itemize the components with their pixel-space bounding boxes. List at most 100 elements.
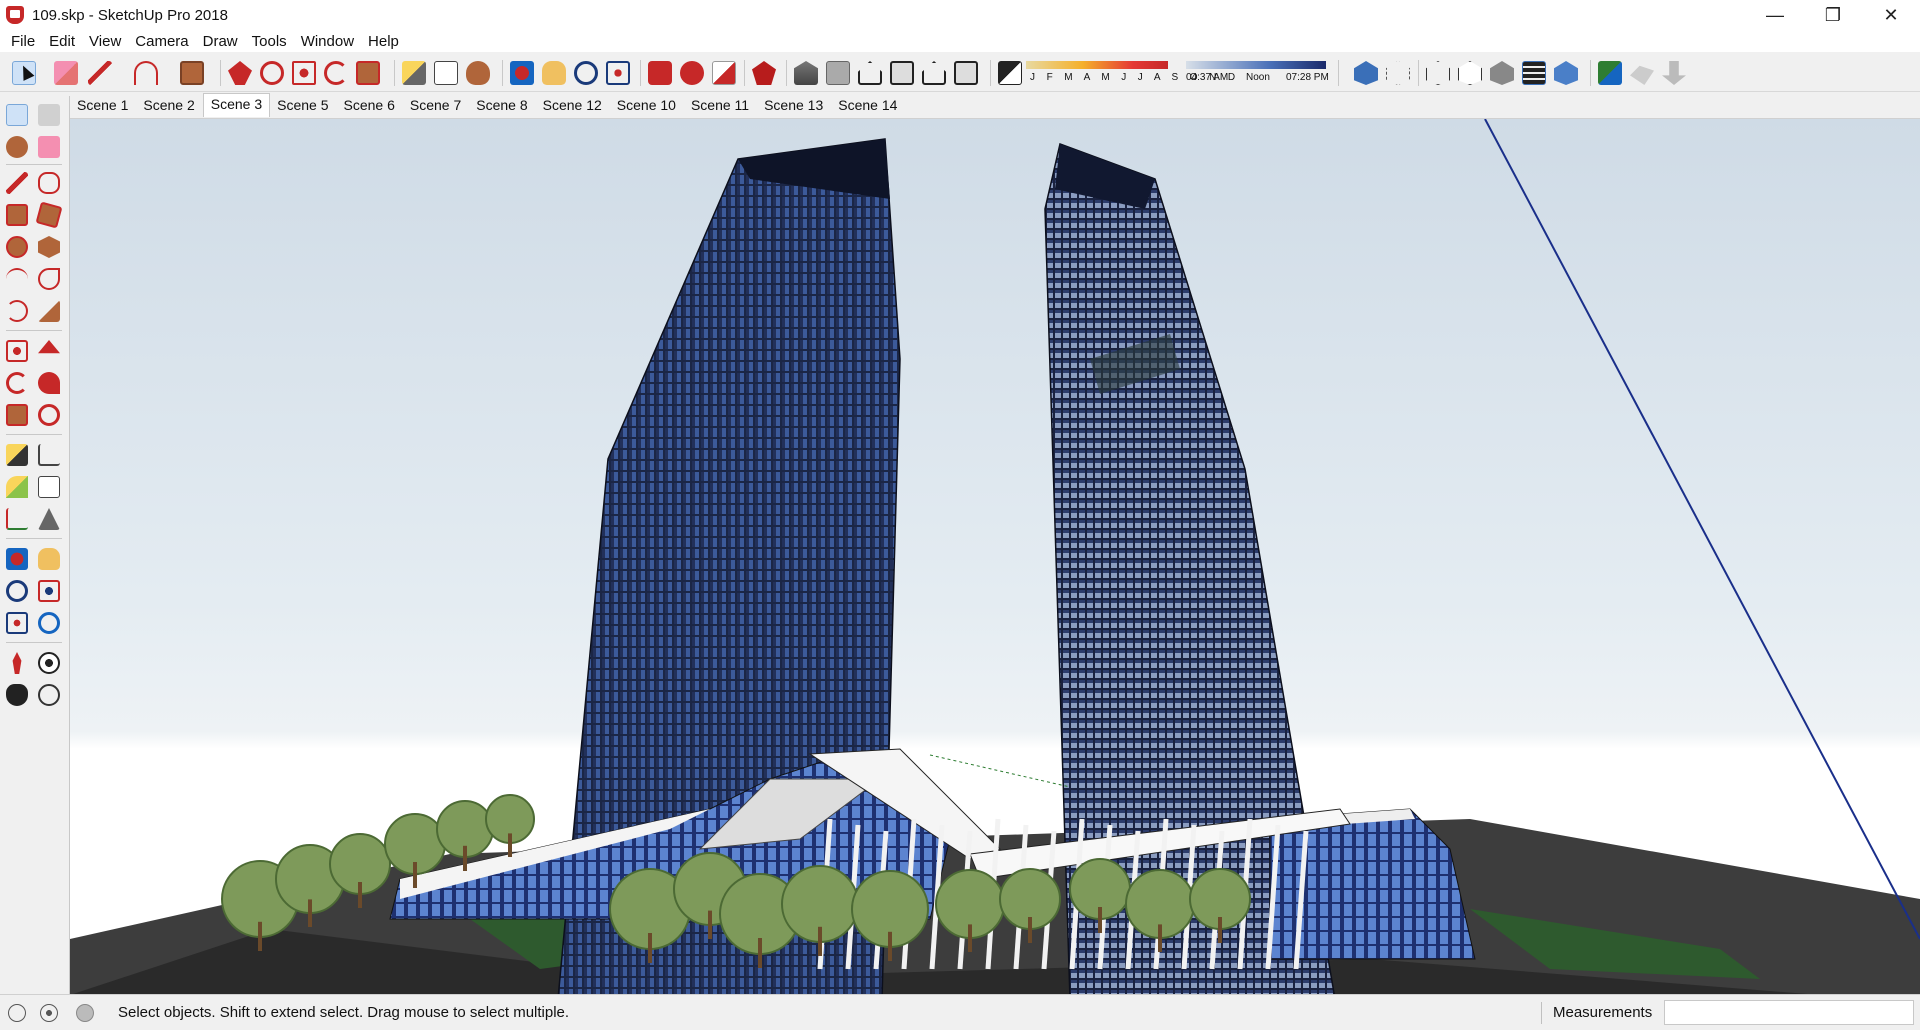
push-pull-tool-icon[interactable] xyxy=(38,340,60,354)
select-tool-icon[interactable] xyxy=(6,104,28,126)
eraser-icon[interactable] xyxy=(54,61,78,85)
restore-button[interactable]: ❐ xyxy=(1804,0,1862,30)
credits-info-icon[interactable] xyxy=(40,1004,58,1022)
orbit-icon[interactable] xyxy=(510,61,534,85)
three-point-arc-icon[interactable] xyxy=(6,300,28,322)
menu-edit[interactable]: Edit xyxy=(42,33,82,50)
wireframe-icon[interactable] xyxy=(1426,61,1450,85)
geo-location-icon[interactable] xyxy=(1598,61,1622,85)
minimize-button[interactable]: — xyxy=(1746,0,1804,30)
make-component-icon[interactable] xyxy=(38,104,60,126)
menu-help[interactable]: Help xyxy=(361,33,406,50)
warehouse-icon[interactable] xyxy=(648,61,672,85)
section-plane-icon[interactable] xyxy=(38,684,60,706)
back-view-icon[interactable] xyxy=(922,61,946,85)
scene-tab[interactable]: Scene 14 xyxy=(831,95,905,117)
offset-tool-icon[interactable] xyxy=(38,404,60,426)
pan-icon[interactable] xyxy=(542,61,566,85)
left-view-icon[interactable] xyxy=(954,61,978,85)
previous-view-icon[interactable] xyxy=(38,612,60,634)
scene-tab[interactable]: Scene 5 xyxy=(270,95,336,117)
walk-icon[interactable] xyxy=(6,684,28,706)
scene-tab[interactable]: Scene 7 xyxy=(403,95,469,117)
paint-tool-icon[interactable] xyxy=(6,136,28,158)
axes-tool-icon[interactable] xyxy=(6,508,28,530)
scene-tab[interactable]: Scene 12 xyxy=(536,95,610,117)
rectangle-tool-icon[interactable] xyxy=(6,204,28,226)
zoom-window-icon[interactable] xyxy=(38,580,60,602)
user-account-icon[interactable] xyxy=(76,1004,94,1022)
scene-tab[interactable]: Scene 13 xyxy=(757,95,831,117)
push-pull-icon[interactable] xyxy=(228,61,252,85)
protractor-tool-icon[interactable] xyxy=(6,476,28,498)
layout-icon[interactable] xyxy=(712,61,736,85)
zoom-tool-icon[interactable] xyxy=(6,580,28,602)
polygon-tool-icon[interactable] xyxy=(38,236,60,258)
orbit-tool-icon[interactable] xyxy=(6,548,28,570)
follow-me-tool-icon[interactable] xyxy=(38,372,60,394)
select-icon[interactable] xyxy=(12,61,36,85)
follow-me-icon[interactable] xyxy=(260,61,284,85)
shaded-textures-icon[interactable] xyxy=(1522,61,1546,85)
extension-warehouse-icon[interactable] xyxy=(680,61,704,85)
rotate-icon[interactable] xyxy=(324,61,348,85)
hidden-line-icon[interactable] xyxy=(1458,61,1482,85)
menu-draw[interactable]: Draw xyxy=(196,33,245,50)
eraser-tool-icon[interactable] xyxy=(38,136,60,158)
right-view-icon[interactable] xyxy=(890,61,914,85)
close-button[interactable]: ✕ xyxy=(1862,0,1920,30)
top-view-icon[interactable] xyxy=(826,61,850,85)
menu-file[interactable]: File xyxy=(4,33,42,50)
pencil-icon[interactable] xyxy=(88,61,112,85)
arc-icon[interactable] xyxy=(134,61,158,85)
scene-tab[interactable]: Scene 1 xyxy=(70,95,136,117)
scene-tab[interactable]: Scene 2 xyxy=(136,95,202,117)
scene-tab[interactable]: Scene 3 xyxy=(202,93,271,117)
measurements-input[interactable] xyxy=(1664,1000,1914,1025)
tape-measure-tool-icon[interactable] xyxy=(6,444,28,466)
paint-bucket-icon[interactable] xyxy=(466,61,490,85)
pie-tool-icon[interactable] xyxy=(38,300,60,322)
zoom-extents-tool-icon[interactable] xyxy=(6,612,28,634)
scale-tool-icon[interactable] xyxy=(6,404,28,426)
shadows-toggle-icon[interactable] xyxy=(998,61,1022,85)
add-location-icon[interactable] xyxy=(1662,61,1686,85)
scene-tab[interactable]: Scene 11 xyxy=(684,95,757,117)
zoom-extents-icon[interactable] xyxy=(606,61,630,85)
line-tool-icon[interactable] xyxy=(6,172,28,194)
rotate-tool-icon[interactable] xyxy=(6,372,28,394)
two-point-arc-icon[interactable] xyxy=(38,268,60,290)
circle-tool-icon[interactable] xyxy=(6,236,28,258)
geo-location-status-icon[interactable] xyxy=(8,1004,26,1022)
3d-text-tool-icon[interactable] xyxy=(38,508,60,530)
move-tool-icon[interactable] xyxy=(6,340,28,362)
back-edges-icon[interactable] xyxy=(1386,61,1410,85)
iso-view-icon[interactable] xyxy=(794,61,818,85)
model-viewport[interactable] xyxy=(70,118,1920,994)
arc-tool-icon[interactable] xyxy=(6,268,28,290)
menu-tools[interactable]: Tools xyxy=(245,33,294,50)
scale-icon[interactable] xyxy=(356,61,380,85)
time-slider[interactable] xyxy=(1186,61,1326,69)
look-around-icon[interactable] xyxy=(38,652,60,674)
xray-icon[interactable] xyxy=(1354,61,1378,85)
menu-camera[interactable]: Camera xyxy=(128,33,195,50)
scene-tab[interactable]: Scene 10 xyxy=(610,95,684,117)
text-icon[interactable] xyxy=(434,61,458,85)
front-view-icon[interactable] xyxy=(858,61,882,85)
scene-tab[interactable]: Scene 6 xyxy=(337,95,403,117)
text-tool-icon[interactable] xyxy=(38,476,60,498)
model-scene[interactable] xyxy=(70,119,1920,994)
month-slider[interactable] xyxy=(1026,61,1168,69)
zoom-icon[interactable] xyxy=(574,61,598,85)
rotated-rectangle-icon[interactable] xyxy=(35,201,63,229)
freehand-tool-icon[interactable] xyxy=(38,172,60,194)
scene-tab[interactable]: Scene 8 xyxy=(469,95,535,117)
terrain-icon[interactable] xyxy=(1630,65,1654,85)
ruby-icon[interactable] xyxy=(752,61,776,85)
pan-tool-icon[interactable] xyxy=(38,548,60,570)
tape-measure-icon[interactable] xyxy=(402,61,426,85)
shaded-icon[interactable] xyxy=(1490,61,1514,85)
menu-view[interactable]: View xyxy=(82,33,128,50)
menu-window[interactable]: Window xyxy=(294,33,361,50)
